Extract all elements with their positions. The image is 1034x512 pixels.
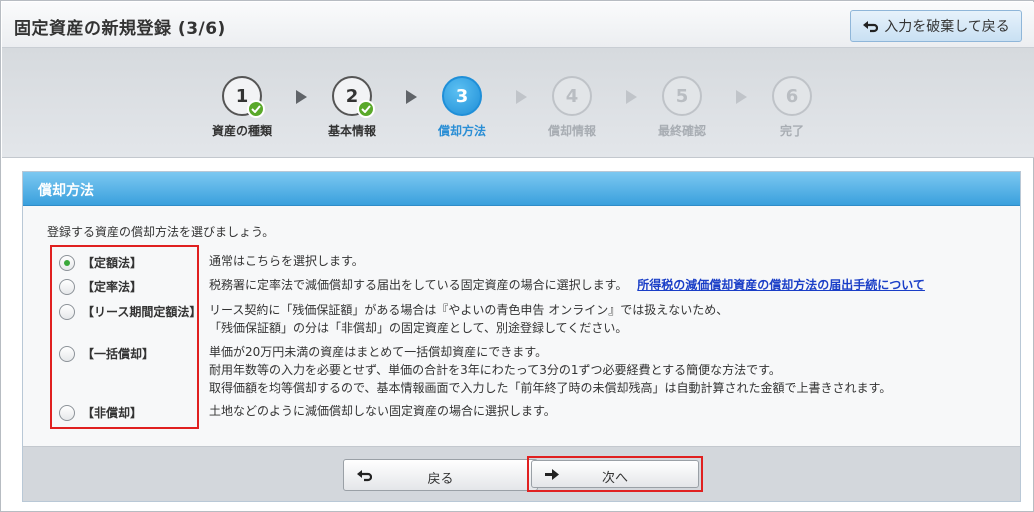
next-button-label: 次へ: [601, 471, 628, 486]
description-line: 「残価保証額」の分は「非償却」の固定資産として、別途登録してください。: [209, 321, 628, 335]
option-label: 【定率法】: [82, 280, 143, 294]
radio-button[interactable]: [59, 254, 75, 271]
panel-header: 償却方法: [23, 172, 1020, 206]
radio-declining-balance[interactable]: 【定率法】: [59, 278, 142, 295]
radio-lease-period[interactable]: 【リース期間定額法】: [59, 303, 201, 320]
step-6: 6 完了: [747, 76, 837, 139]
step-circle: 6: [772, 76, 812, 116]
description-line: 単価が20万円未満の資産はまとめて一括償却資産にできます。: [209, 345, 548, 359]
radio-straight-line[interactable]: 【定額法】: [59, 254, 142, 271]
description-line: リース契約に「残価保証額」がある場合は『やよいの青色申告 オンライン』では扱えな…: [209, 303, 729, 317]
step-2: 2 基本情報: [307, 76, 397, 139]
header-bar: 固定資産の新規登録 (3/6) 入力を破棄して戻る: [2, 2, 1034, 48]
option-label: 【リース期間定額法】: [82, 305, 202, 319]
description-line: 取得価額を均等償却するので、基本情報画面で入力した「前年終了時の未償却残高」は自…: [209, 381, 892, 395]
radio-button[interactable]: [59, 278, 75, 295]
description-line: 耐用年数等の入力を必要とせず、単価の合計を3年にわたって3分の1ずつ必要経費とす…: [209, 363, 781, 377]
back-button-label: 戻る: [427, 472, 454, 487]
discard-button-label: 入力を破棄して戻る: [884, 19, 1010, 35]
option-description: 通常はこちらを選択します。: [209, 252, 364, 270]
step-arrow-icon: [736, 90, 747, 104]
radio-button[interactable]: [59, 345, 75, 362]
step-arrow-icon: [296, 90, 307, 104]
description-line: 通常はこちらを選択します。: [209, 254, 364, 268]
options-highlight-box: [50, 245, 199, 429]
back-button[interactable]: 戻る: [343, 459, 538, 491]
step-number: 3: [455, 85, 469, 107]
filing-procedure-link[interactable]: 所得税の減価償却資産の償却方法の届出手続について: [637, 278, 925, 292]
step-circle: 3: [442, 76, 482, 116]
page-title: 固定資産の新規登録 (3/6): [14, 19, 226, 39]
discard-and-back-button[interactable]: 入力を破棄して戻る: [850, 10, 1022, 42]
return-arrow-icon: [863, 21, 879, 33]
step-label: 基本情報: [327, 124, 376, 138]
step-number: 5: [675, 85, 689, 107]
option-description: 単価が20万円未満の資産はまとめて一括償却資産にできます。 耐用年数等の入力を必…: [209, 343, 891, 397]
step-number: 6: [785, 85, 799, 107]
step-5: 5 最終確認: [637, 76, 727, 139]
step-circle: 2: [332, 76, 375, 118]
step-label: 資産の種類: [211, 124, 272, 138]
step-1: 1 資産の種類: [197, 76, 287, 139]
option-description: 土地などのように減価償却しない固定資産の場合に選択します。: [209, 402, 556, 420]
step-label: 最終確認: [657, 124, 706, 138]
panel-title: 償却方法: [38, 183, 94, 199]
option-label: 【一括償却】: [82, 347, 155, 361]
step-arrow-icon: [516, 90, 527, 104]
radio-button[interactable]: [59, 404, 75, 421]
progress-stepper: 1 資産の種類 2 基本情報 3 償却方法 4 償却情報 5 最終確認 6 完了: [2, 48, 1034, 158]
step-number: 4: [565, 85, 579, 107]
next-button[interactable]: 次へ: [531, 460, 699, 488]
depreciation-method-panel: 償却方法 登録する資産の償却方法を選びましょう。 【定額法】 通常はこちらを選択…: [22, 171, 1021, 502]
next-highlight-box: 次へ: [527, 456, 703, 492]
step-arrow-icon: [626, 90, 637, 104]
option-description: 税務署に定率法で減価償却する届出をしている固定資産の場合に選択します。 所得税の…: [209, 276, 925, 294]
step-arrow-icon: [406, 90, 417, 104]
step-label: 完了: [779, 124, 804, 138]
panel-body: 登録する資産の償却方法を選びましょう。 【定額法】 通常はこちらを選択します。 …: [23, 206, 1020, 446]
step-3: 3 償却方法: [417, 76, 507, 139]
step-label: 償却情報: [547, 124, 596, 138]
app-window: 固定資産の新規登録 (3/6) 入力を破棄して戻る 1 資産の種類 2 基本情報: [0, 0, 1034, 512]
step-circle: 4: [552, 76, 592, 116]
step-number: 1: [235, 85, 249, 107]
option-description: リース契約に「残価保証額」がある場合は『やよいの青色申告 オンライン』では扱えな…: [209, 301, 728, 337]
step-number: 2: [345, 85, 359, 107]
description-line: 土地などのように減価償却しない固定資産の場合に選択します。: [209, 404, 556, 418]
instruction-text: 登録する資産の償却方法を選びましょう。: [47, 225, 275, 239]
radio-button[interactable]: [59, 303, 75, 320]
panel-footer: 戻る 次へ: [23, 446, 1020, 501]
step-circle: 1: [222, 76, 265, 118]
description-line: 税務署に定率法で減価償却する届出をしている固定資産の場合に選択します。: [209, 278, 628, 292]
step-circle: 5: [662, 76, 702, 116]
option-label: 【定額法】: [82, 256, 143, 270]
check-icon: [357, 100, 375, 118]
radio-lump-sum[interactable]: 【一括償却】: [59, 345, 154, 362]
step-label: 償却方法: [437, 124, 486, 138]
option-label: 【非償却】: [82, 406, 143, 420]
check-icon: [247, 100, 265, 118]
step-4: 4 償却情報: [527, 76, 617, 139]
radio-non-depreciable[interactable]: 【非償却】: [59, 404, 142, 421]
